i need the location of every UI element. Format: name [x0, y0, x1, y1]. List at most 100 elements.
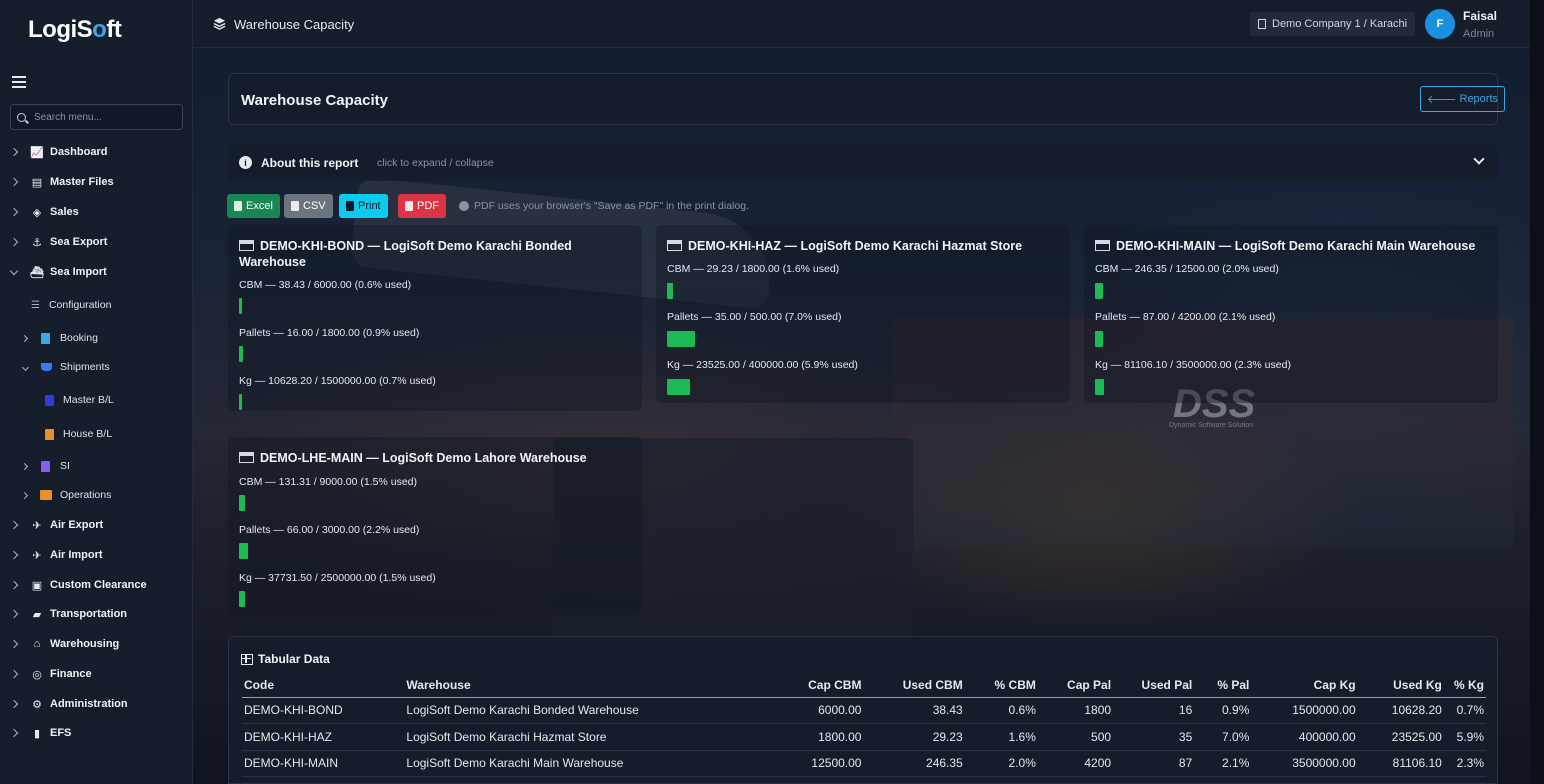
table-cell: 6000.00: [735, 697, 864, 724]
capacity-table: Code Warehouse Cap CBM Used CBM % CBM Ca…: [242, 673, 1486, 777]
sidebar-item-transportation[interactable]: ▰ Transportation: [0, 602, 192, 626]
table-cell: 3500000.00: [1251, 750, 1358, 777]
plane-arrival-icon: ✈: [32, 549, 42, 562]
column-header[interactable]: % Kg: [1443, 673, 1486, 698]
kg-metric: Kg — 23525.00 / 400000.00 (5.9% used): [667, 359, 858, 371]
kg-metric: Kg — 37731.50 / 2500000.00 (1.5% used): [239, 572, 436, 584]
anchor-icon: ⚓: [32, 236, 42, 249]
table-cell: 81106.10: [1357, 750, 1444, 777]
column-header[interactable]: Cap CBM: [735, 673, 864, 698]
column-header[interactable]: Cap Kg: [1251, 673, 1358, 698]
pallets-metric: Pallets — 87.00 / 4200.00 (2.1% used): [1095, 311, 1276, 323]
chevron-right-icon: [20, 462, 29, 470]
column-header[interactable]: % Pal: [1194, 673, 1252, 698]
chevron-right-icon: [9, 580, 19, 590]
tabular-data-card: Tabular Data Code Warehouse Cap CBM Used…: [228, 636, 1498, 784]
chevron-right-icon: [20, 334, 29, 342]
sidebar-item-custom-clearance[interactable]: ▣ Custom Clearance: [0, 573, 192, 597]
pdf-button[interactable]: PDF: [398, 194, 446, 218]
sidebar-item-sales[interactable]: ◈ Sales: [0, 200, 192, 224]
search-input[interactable]: [34, 111, 174, 123]
topbar: Warehouse Capacity Demo Company 1 / Kara…: [193, 0, 1541, 48]
chevron-right-icon: [9, 669, 19, 679]
document-icon: [45, 394, 54, 406]
pdf-note: PDF uses your browser's "Save as PDF" in…: [459, 200, 749, 212]
warehouse-icon: [1095, 240, 1110, 251]
company-selector[interactable]: Demo Company 1 / Karachi: [1250, 12, 1416, 36]
sidebar-item-house-bl[interactable]: House B/L: [45, 423, 112, 445]
table-icon: [241, 653, 253, 665]
table-cell: 2.1%: [1194, 750, 1252, 777]
excel-file-icon: [234, 201, 242, 211]
column-header[interactable]: Used Kg: [1357, 673, 1444, 698]
chevron-right-icon: [20, 491, 29, 499]
chevron-right-icon: [9, 699, 19, 709]
table-cell: 12500.00: [735, 750, 864, 777]
chevron-down-icon: [9, 266, 19, 276]
excel-button[interactable]: Excel: [227, 194, 280, 218]
gear-icon: ⚙: [32, 698, 42, 711]
sidebar-item-air-import[interactable]: ✈ Air Import: [0, 543, 192, 567]
pallets-progress-bar: [239, 346, 634, 362]
column-header[interactable]: Code: [242, 673, 405, 698]
cbm-progress-bar: [667, 283, 1062, 299]
ship-icon: [41, 363, 52, 371]
column-header[interactable]: % CBM: [964, 673, 1038, 698]
column-header[interactable]: Used Pal: [1113, 673, 1195, 698]
warehouse-card: DEMO-KHI-HAZ — LogiSoft Demo Karachi Haz…: [656, 225, 1070, 403]
column-header[interactable]: Cap Pal: [1037, 673, 1114, 698]
table-cell: 38.43: [863, 697, 965, 724]
page-scrollbar[interactable]: [1530, 0, 1544, 784]
sidebar-item-finance[interactable]: ◎ Finance: [0, 662, 192, 686]
info-icon: [459, 201, 469, 211]
table-cell: 16: [1113, 697, 1195, 724]
warehouse-card: DEMO-LHE-MAIN — LogiSoft Demo Lahore War…: [228, 437, 642, 615]
table-cell: 87: [1113, 750, 1195, 777]
table-cell: LogiSoft Demo Karachi Hazmat Store: [404, 723, 736, 751]
sidebar-item-configuration[interactable]: ☰ Configuration: [31, 294, 111, 316]
database-icon: ▤: [31, 176, 43, 189]
cbm-metric: CBM — 38.43 / 6000.00 (0.6% used): [239, 279, 412, 291]
sidebar-item-master-bl[interactable]: Master B/L: [45, 389, 114, 411]
kg-progress-bar: [667, 379, 1062, 395]
table-cell: 400000.00: [1251, 723, 1358, 751]
chevron-down-icon: [1473, 153, 1485, 165]
sidebar-item-dashboard[interactable]: 📈 Dashboard: [0, 140, 192, 164]
warehouse-title: DEMO-KHI-MAIN — LogiSoft Demo Karachi Ma…: [1095, 238, 1490, 254]
app-logo[interactable]: LogiSoft: [28, 16, 122, 44]
cbm-metric: CBM — 246.35 / 12500.00 (2.0% used): [1095, 263, 1279, 275]
avatar[interactable]: F: [1425, 9, 1455, 39]
chevron-right-icon: [9, 237, 19, 247]
sidebar-item-warehousing[interactable]: ⌂ Warehousing: [0, 632, 192, 656]
csv-button[interactable]: CSV: [284, 194, 333, 218]
watermark-tagline: Dynamic Software Solution: [1169, 422, 1254, 429]
sidebar-item-administration[interactable]: ⚙ Administration: [0, 692, 192, 716]
sidebar-item-air-export[interactable]: ✈ Air Export: [0, 513, 192, 537]
table-cell: LogiSoft Demo Karachi Main Warehouse: [404, 750, 736, 777]
print-button[interactable]: Print: [339, 194, 388, 218]
table-cell: 2.3%: [1443, 750, 1486, 777]
pallets-progress-bar: [667, 331, 1062, 347]
menu-toggle-icon[interactable]: [12, 76, 26, 91]
about-report-toggle[interactable]: i About this report click to expand / co…: [228, 145, 1498, 181]
user-name[interactable]: Faisal: [1463, 9, 1497, 23]
table-cell: 4200: [1037, 750, 1114, 777]
chevron-right-icon: [9, 147, 19, 157]
sidebar-item-sea-import[interactable]: ⛴ Sea Import: [0, 260, 192, 284]
kg-progress-bar: [239, 394, 634, 410]
coins-icon: ◎: [32, 668, 42, 681]
table-header-row: Code Warehouse Cap CBM Used CBM % CBM Ca…: [242, 673, 1486, 698]
table-cell: 1800: [1037, 697, 1114, 724]
print-icon: [346, 201, 354, 211]
cbm-progress-bar: [239, 298, 634, 314]
sidebar-item-master-files[interactable]: ▤ Master Files: [0, 170, 192, 194]
column-header[interactable]: Used CBM: [863, 673, 965, 698]
csv-file-icon: [291, 201, 299, 211]
sidebar-item-sea-export[interactable]: ⚓ Sea Export: [0, 230, 192, 254]
reports-button[interactable]: 🡐 Reports: [1420, 86, 1506, 112]
table-cell: 7.0%: [1194, 723, 1252, 751]
sidebar-search[interactable]: [10, 104, 183, 130]
sidebar-item-efs[interactable]: ▮ EFS: [0, 721, 192, 745]
column-header[interactable]: Warehouse: [404, 673, 736, 698]
file-clearance-icon: ▣: [31, 579, 43, 592]
